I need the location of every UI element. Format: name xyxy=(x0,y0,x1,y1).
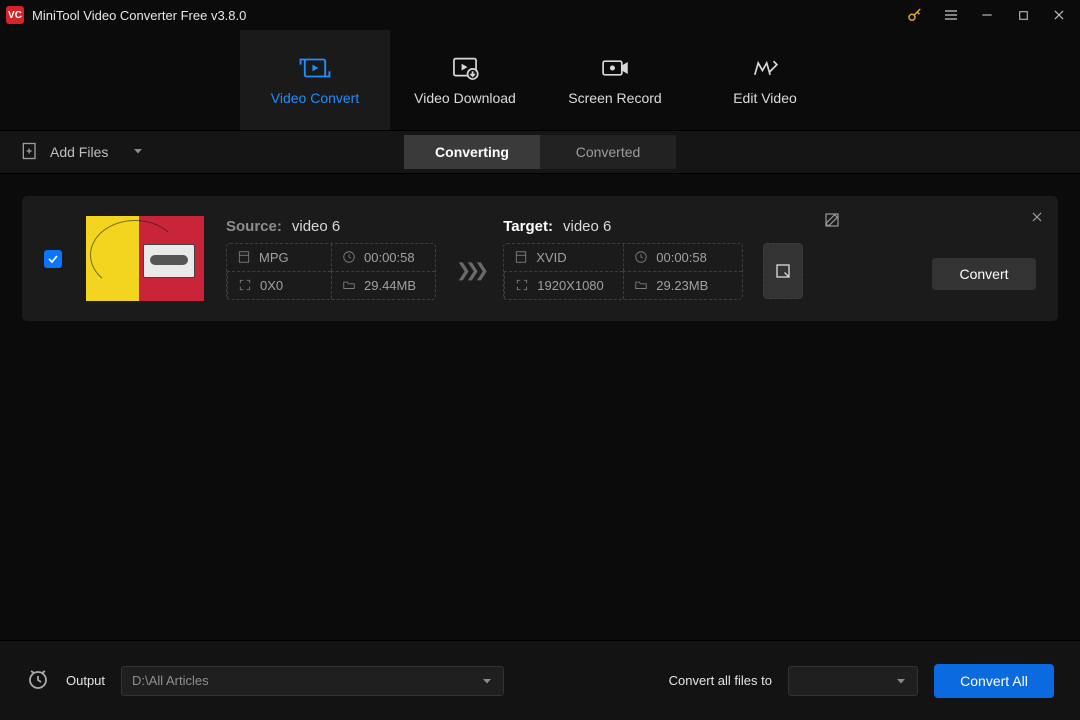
add-file-icon xyxy=(20,141,40,164)
filesize-icon xyxy=(342,278,356,292)
expand-icon xyxy=(774,262,792,280)
source-size-cell: 29.44MB xyxy=(331,271,435,299)
tab-converting[interactable]: Converting xyxy=(404,135,540,169)
convert-icon xyxy=(298,54,332,82)
resolution-icon xyxy=(515,278,529,292)
convert-button[interactable]: Convert xyxy=(932,258,1036,290)
tab-edit-video[interactable]: Edit Video xyxy=(690,30,840,130)
edit-video-icon xyxy=(748,54,782,82)
source-duration-cell: 00:00:58 xyxy=(331,244,435,271)
title-bar: VC MiniTool Video Converter Free v3.8.0 xyxy=(0,0,1080,30)
chevron-down-icon xyxy=(481,675,493,687)
chevron-down-icon xyxy=(132,144,144,160)
source-filename: video 6 xyxy=(292,218,340,235)
source-spec: Source: video 6 MPG 00:00:58 0X0 xyxy=(226,218,436,300)
add-files-label: Add Files xyxy=(50,144,108,160)
target-format-select[interactable] xyxy=(788,666,918,696)
target-size-cell: 29.23MB xyxy=(623,271,742,299)
clock-icon xyxy=(342,250,356,264)
clock-icon xyxy=(634,250,648,264)
tab-converted[interactable]: Converted xyxy=(540,135,676,169)
file-list: Source: video 6 MPG 00:00:58 0X0 xyxy=(0,174,1080,343)
convert-all-label: Convert all files to xyxy=(669,673,772,688)
status-tabs: Converting Converted xyxy=(404,135,676,169)
filesize-icon xyxy=(634,278,648,292)
close-icon[interactable] xyxy=(1050,6,1068,24)
tab-screen-record[interactable]: Screen Record xyxy=(540,30,690,130)
remove-file-icon[interactable] xyxy=(1030,210,1044,227)
feature-tabs: Video Convert Video Download Screen Reco… xyxy=(0,30,1080,130)
tab-label: Video Download xyxy=(414,90,516,106)
target-duration-cell: 00:00:58 xyxy=(623,244,742,271)
tab-label: Screen Record xyxy=(568,90,661,106)
edit-target-icon[interactable] xyxy=(824,212,840,231)
tab-video-convert[interactable]: Video Convert xyxy=(240,30,390,130)
record-icon xyxy=(598,54,632,82)
resolution-icon xyxy=(238,278,252,292)
output-path-value: D:\All Articles xyxy=(132,673,471,688)
tab-video-download[interactable]: Video Download xyxy=(390,30,540,130)
source-format-cell: MPG xyxy=(227,244,331,271)
format-icon xyxy=(514,250,528,264)
arrows-icon: ❯❯❯ xyxy=(456,260,483,281)
convert-all-button[interactable]: Convert All xyxy=(934,664,1054,698)
format-icon xyxy=(237,250,251,264)
download-icon xyxy=(448,54,482,82)
menu-icon[interactable] xyxy=(942,6,960,24)
target-label: Target: xyxy=(503,218,553,235)
app-logo: VC xyxy=(6,6,24,24)
tab-label: Edit Video xyxy=(733,90,797,106)
output-label: Output xyxy=(66,673,105,688)
app-title: MiniTool Video Converter Free v3.8.0 xyxy=(32,8,246,23)
file-checkbox[interactable] xyxy=(44,250,62,268)
target-filename: video 6 xyxy=(563,218,611,235)
file-thumbnail xyxy=(86,216,204,301)
output-path-select[interactable]: D:\All Articles xyxy=(121,666,504,696)
key-icon[interactable] xyxy=(906,6,924,24)
file-item: Source: video 6 MPG 00:00:58 0X0 xyxy=(22,196,1058,321)
tab-label: Video Convert xyxy=(271,90,359,106)
source-label: Source: xyxy=(226,218,282,235)
add-files-button[interactable]: Add Files xyxy=(20,141,144,164)
footer: Output D:\All Articles Convert all files… xyxy=(0,640,1080,720)
target-format-cell: XVID xyxy=(504,244,623,271)
target-spec: Target: video 6 XVID 00:00:58 1920X1080 xyxy=(503,218,803,300)
minimize-icon[interactable] xyxy=(978,6,996,24)
chevron-down-icon xyxy=(895,675,907,687)
scheduler-icon[interactable] xyxy=(26,667,50,694)
preview-button[interactable] xyxy=(763,243,803,299)
toolbar: Add Files Converting Converted xyxy=(0,130,1080,174)
maximize-icon[interactable] xyxy=(1014,6,1032,24)
target-resolution-cell: 1920X1080 xyxy=(504,271,623,299)
source-resolution-cell: 0X0 xyxy=(227,271,331,299)
